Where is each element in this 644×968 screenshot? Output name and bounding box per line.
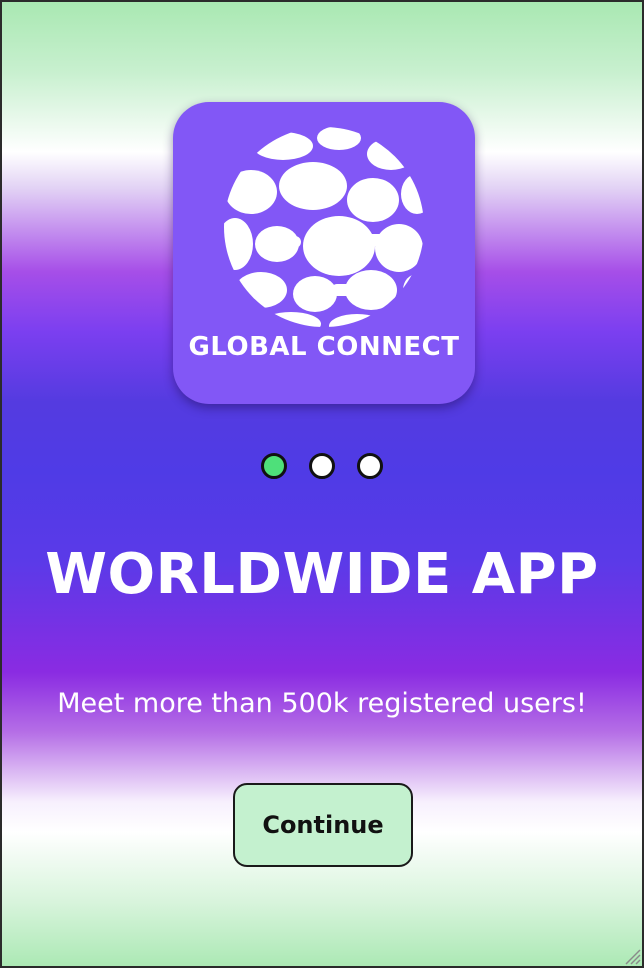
page-dot-3[interactable]	[357, 453, 383, 479]
app-logo: GLOBAL CONNECT	[173, 102, 475, 404]
logo-wordmark: GLOBAL CONNECT	[188, 332, 460, 362]
page-dot-1[interactable]	[261, 453, 287, 479]
page-indicator	[2, 453, 642, 479]
resize-grip-icon[interactable]	[620, 944, 642, 966]
page-title: WORLDWIDE APP	[45, 542, 599, 607]
page-dot-2[interactable]	[309, 453, 335, 479]
onboarding-screen: GLOBAL CONNECT WORLDWIDE APP Meet more t…	[0, 0, 644, 968]
page-subtitle: Meet more than 500k registered users!	[57, 688, 587, 719]
continue-button[interactable]: Continue	[233, 783, 413, 867]
globe-icon	[224, 127, 424, 327]
